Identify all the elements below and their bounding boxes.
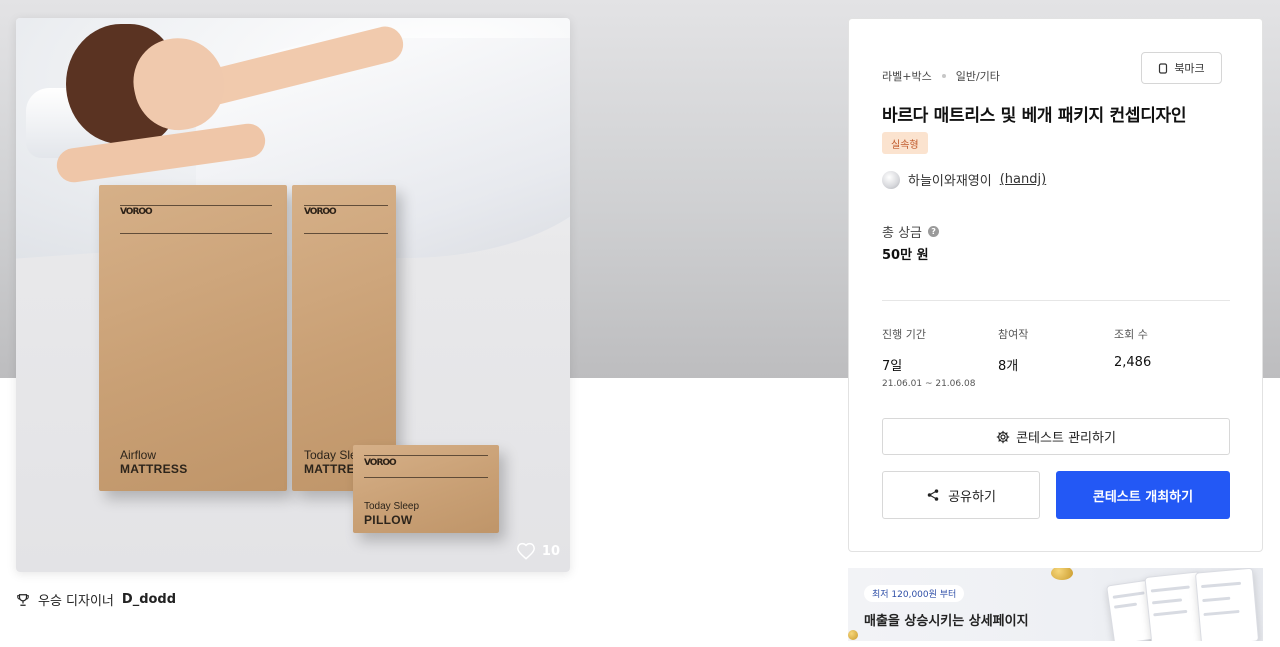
box-name-line1: Today Sleep bbox=[364, 501, 420, 512]
mattress-box-airflow: VOROO Airflow MATTRESS bbox=[99, 185, 287, 491]
host-contest-button[interactable]: 콘테스트 개최하기 bbox=[1056, 471, 1230, 519]
share-button[interactable]: 공유하기 bbox=[882, 471, 1040, 519]
bookmark-icon bbox=[1159, 62, 1168, 74]
contest-hero-image[interactable]: VOROO Airflow MATTRESS VOROO Today Sleep… bbox=[16, 18, 570, 572]
bookmark-button[interactable]: 북마크 bbox=[1141, 52, 1222, 84]
brand-logo: VOROO bbox=[364, 458, 397, 468]
stat-value: 8개 bbox=[998, 359, 1019, 374]
ad-banner[interactable]: 최저 120,000원 부터 매출을 상승시키는 상세페이지 bbox=[848, 568, 1263, 641]
box-name-line2: MATTRESS bbox=[120, 462, 188, 476]
box-rule bbox=[120, 205, 272, 206]
winner-label: 우승 디자이너 bbox=[38, 594, 114, 609]
gear-icon bbox=[996, 430, 1010, 443]
brand-logo: VOROO bbox=[304, 207, 337, 217]
ad-price-pill: 최저 120,000원 부터 bbox=[864, 585, 965, 602]
stat-value: 2,486 bbox=[1114, 355, 1152, 370]
author[interactable]: 하늘이와재영이 (handj) bbox=[882, 170, 1046, 189]
coin-decoration bbox=[848, 630, 858, 640]
category-primary[interactable]: 라벨+박스 bbox=[882, 68, 932, 84]
box-name-line2: PILLOW bbox=[364, 513, 413, 527]
heart-icon bbox=[516, 542, 535, 560]
pillow-box: VOROO Today Sleep PILLOW bbox=[353, 445, 499, 533]
box-name-line1: Airflow bbox=[120, 448, 157, 462]
share-icon bbox=[927, 489, 939, 501]
stat-entries: 참여작 8개 bbox=[998, 326, 1028, 374]
box-rule bbox=[364, 477, 488, 478]
author-name: 하늘이와재영이 bbox=[908, 174, 992, 189]
divider bbox=[882, 300, 1230, 301]
author-handle[interactable]: (handj) bbox=[1000, 172, 1046, 187]
box-rule bbox=[304, 205, 388, 206]
stat-label: 진행 기간 bbox=[882, 328, 926, 341]
box-rule bbox=[364, 455, 488, 456]
avatar bbox=[882, 170, 900, 189]
box-rule bbox=[120, 233, 272, 234]
category-secondary[interactable]: 일반/기타 bbox=[956, 68, 1000, 84]
stat-label: 조회 수 bbox=[1114, 328, 1148, 341]
stat-views: 조회 수 2,486 bbox=[1114, 326, 1151, 370]
contest-title: 바르다 매트리스 및 베개 패키지 컨셉디자인 bbox=[882, 106, 1187, 126]
stat-label: 참여작 bbox=[998, 328, 1029, 341]
plan-badge: 실속형 bbox=[882, 132, 928, 154]
stat-duration: 진행 기간 7일 21.06.01 ~ 21.06.08 bbox=[882, 326, 975, 389]
bookmark-label: 북마크 bbox=[1174, 62, 1205, 75]
stat-date-range: 21.06.01 ~ 21.06.08 bbox=[882, 379, 976, 389]
prize-label-row: 총 상금 ? bbox=[882, 222, 940, 241]
like-count: 10 bbox=[541, 543, 560, 559]
help-icon[interactable]: ? bbox=[928, 226, 940, 237]
contest-info-card: 라벨+박스 일반/기타 북마크 바르다 매트리스 및 베개 패키지 컨셉디자인 … bbox=[848, 18, 1263, 552]
manage-contest-button[interactable]: 콘테스트 관리하기 bbox=[882, 418, 1230, 455]
stat-value: 7일 bbox=[882, 359, 903, 374]
trophy-icon bbox=[17, 593, 29, 606]
box-rule bbox=[304, 233, 388, 234]
ad-headline: 매출을 상승시키는 상세페이지 bbox=[864, 614, 1029, 629]
share-label: 공유하기 bbox=[948, 489, 996, 505]
brand-logo: VOROO bbox=[120, 207, 153, 217]
category-breadcrumb: 라벨+박스 일반/기타 bbox=[882, 68, 1000, 84]
category-separator bbox=[941, 74, 946, 78]
prize-value: 50만 원 bbox=[882, 248, 929, 263]
winner-name[interactable]: D_dodd bbox=[122, 592, 176, 607]
like-button[interactable]: 10 bbox=[516, 542, 560, 560]
coin-decoration bbox=[1051, 568, 1073, 580]
manage-contest-label: 콘테스트 관리하기 bbox=[1016, 431, 1116, 446]
prize-label: 총 상금 bbox=[882, 226, 923, 241]
winner-designer: 우승 디자이너 D_dodd bbox=[16, 590, 176, 609]
detail-page-mockup bbox=[1194, 568, 1260, 641]
